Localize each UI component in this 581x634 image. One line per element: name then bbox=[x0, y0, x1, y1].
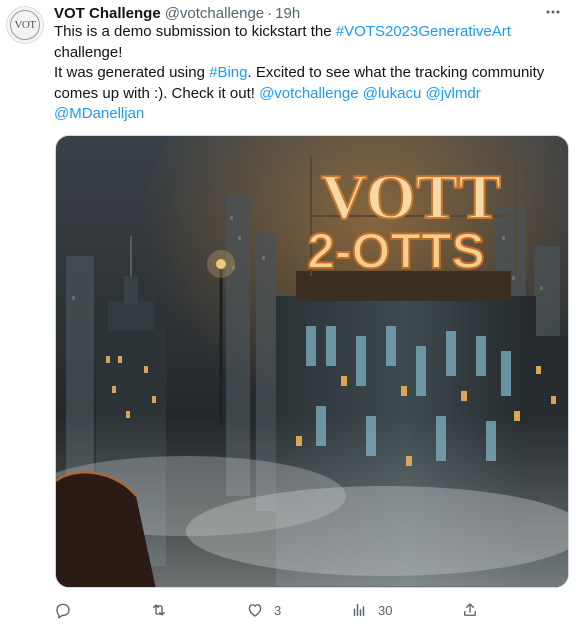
hashtag-bing[interactable]: #Bing bbox=[209, 64, 247, 81]
views-button[interactable]: 30 bbox=[350, 599, 392, 621]
views-count: 30 bbox=[378, 602, 393, 618]
mention-votchallenge[interactable]: @votchallenge bbox=[259, 85, 358, 102]
user-handle[interactable]: @votchallenge bbox=[165, 5, 264, 22]
tweet-text-segment: This is a demo submission to kickstart t… bbox=[54, 23, 336, 40]
tweet-text: This is a demo submission to kickstart t… bbox=[54, 22, 569, 125]
hashtag-vots2023generativeart[interactable]: #VOTS2023GenerativeArt bbox=[336, 23, 511, 40]
city-artwork: VOTT 2-OTTS bbox=[56, 136, 568, 587]
share-button[interactable] bbox=[461, 599, 479, 621]
avatar-logo: VOT bbox=[10, 10, 40, 40]
retweet-button[interactable] bbox=[150, 599, 178, 621]
display-name[interactable]: VOT Challenge bbox=[54, 5, 161, 22]
tweet-text-segment: It was generated using bbox=[54, 64, 210, 81]
like-button[interactable]: 3 bbox=[246, 599, 281, 621]
separator-dot: · bbox=[267, 4, 273, 22]
mention-lukacu[interactable]: @lukacu bbox=[363, 85, 422, 102]
more-options-button[interactable] bbox=[541, 2, 565, 22]
reply-button[interactable] bbox=[54, 599, 82, 621]
heart-icon bbox=[248, 604, 262, 617]
tweet-actions: 3 30 bbox=[54, 599, 484, 621]
sign-text-top: VOTT bbox=[321, 161, 501, 232]
timestamp[interactable]: 19h bbox=[275, 5, 300, 22]
share-icon bbox=[464, 603, 476, 616]
retweet-icon bbox=[153, 604, 165, 616]
mention-jvlmdr[interactable]: @jvlmdr bbox=[425, 85, 480, 102]
mention-mdanelljan[interactable]: @MDanelljan bbox=[54, 105, 144, 122]
tweet-card[interactable]: VOT VOT Challenge @votchallenge · 19h Th… bbox=[0, 0, 581, 634]
like-count: 3 bbox=[274, 602, 282, 618]
tweet-header: VOT Challenge @votchallenge · 19h bbox=[54, 3, 300, 23]
more-horizontal-icon bbox=[546, 10, 560, 14]
sign-text-bottom: 2-OTTS bbox=[307, 223, 485, 279]
tweet-text-segment: challenge! bbox=[54, 43, 123, 61]
views-icon bbox=[353, 604, 365, 616]
tweet-image[interactable]: VOTT 2-OTTS bbox=[55, 135, 569, 588]
reply-icon bbox=[56, 603, 70, 619]
avatar[interactable]: VOT bbox=[6, 6, 44, 44]
